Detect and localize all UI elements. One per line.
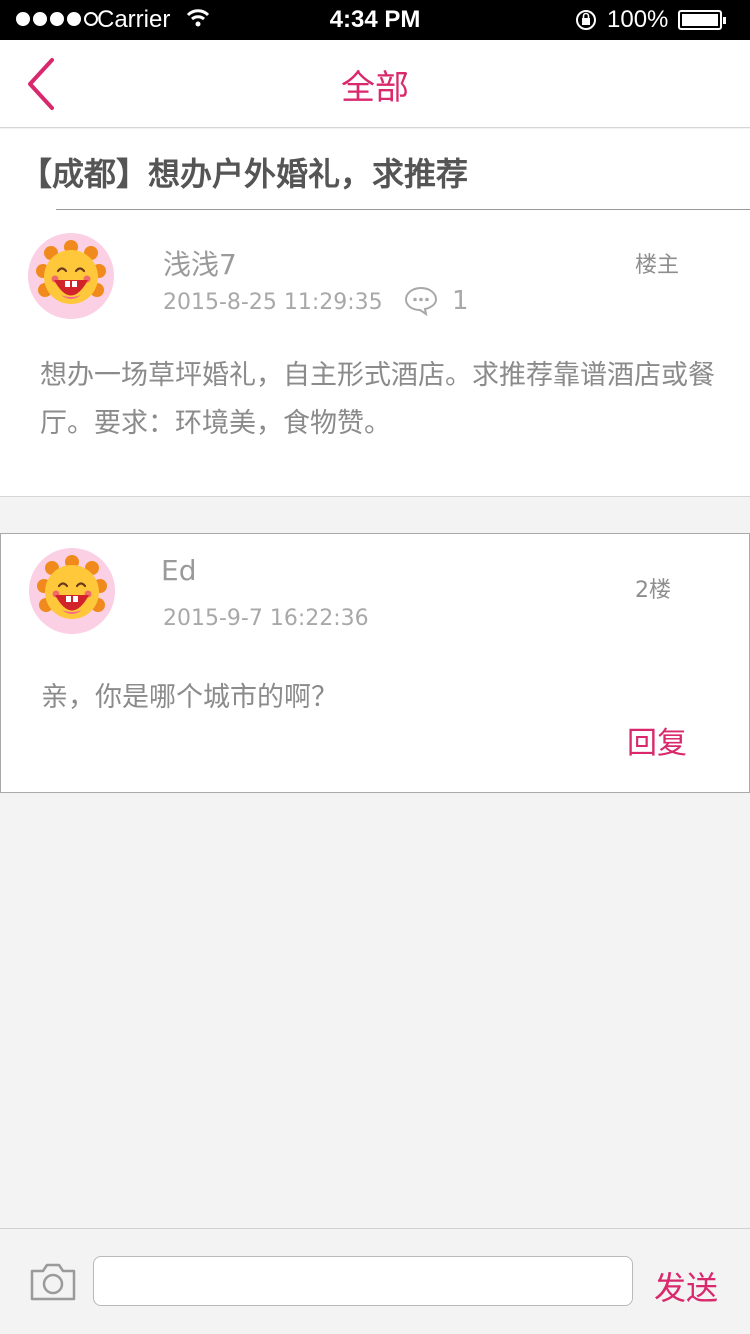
page-title: 全部 (341, 68, 409, 108)
post-content: 想办一场草坪婚礼，自主形式酒店。求推荐靠谱酒店或餐厅。要求：环境美，食物赞。 (40, 360, 715, 439)
floor-label: 楼主 (635, 253, 680, 278)
battery-icon (678, 10, 726, 30)
post-author[interactable]: 浅浅7 (163, 243, 237, 283)
divider (56, 209, 750, 210)
reply-timestamp: 2015-9-7 16:22:36 (163, 606, 369, 631)
reply-content: 亲，你是哪个城市的啊？ (41, 682, 338, 713)
battery-percentage: 100% (607, 6, 669, 33)
message-input[interactable] (93, 1256, 633, 1306)
post-title: 【成都】想办户外婚礼，求推荐 (20, 155, 469, 193)
sun-face-icon (29, 548, 115, 634)
floor-label: 2楼 (635, 578, 671, 603)
navigation-bar: 全部 (0, 40, 750, 128)
original-post: 【成都】想办户外婚礼，求推荐 浅浅7 楼主 2015-8-25 11:29:35 (0, 129, 750, 497)
reply-item: Ed 2楼 2015-9-7 16:22:36 亲，你是哪个城市的啊？ 回复 (0, 533, 750, 793)
camera-icon[interactable] (28, 1261, 78, 1303)
comment-count[interactable]: 1 (404, 286, 469, 316)
comment-count-value: 1 (452, 286, 469, 316)
avatar[interactable] (28, 233, 114, 319)
message-bar: 发送 (0, 1228, 750, 1334)
rotation-lock-icon (576, 10, 596, 30)
send-button[interactable]: 发送 (654, 1263, 718, 1309)
reply-author[interactable]: Ed (161, 554, 196, 587)
status-bar: Carrier 4:34 PM 100% (0, 0, 750, 40)
sun-face-icon (28, 233, 114, 319)
post-timestamp: 2015-8-25 11:29:35 (163, 290, 383, 315)
comment-bubble-icon (404, 286, 438, 316)
avatar[interactable] (29, 548, 115, 634)
reply-button[interactable]: 回复 (627, 718, 687, 762)
